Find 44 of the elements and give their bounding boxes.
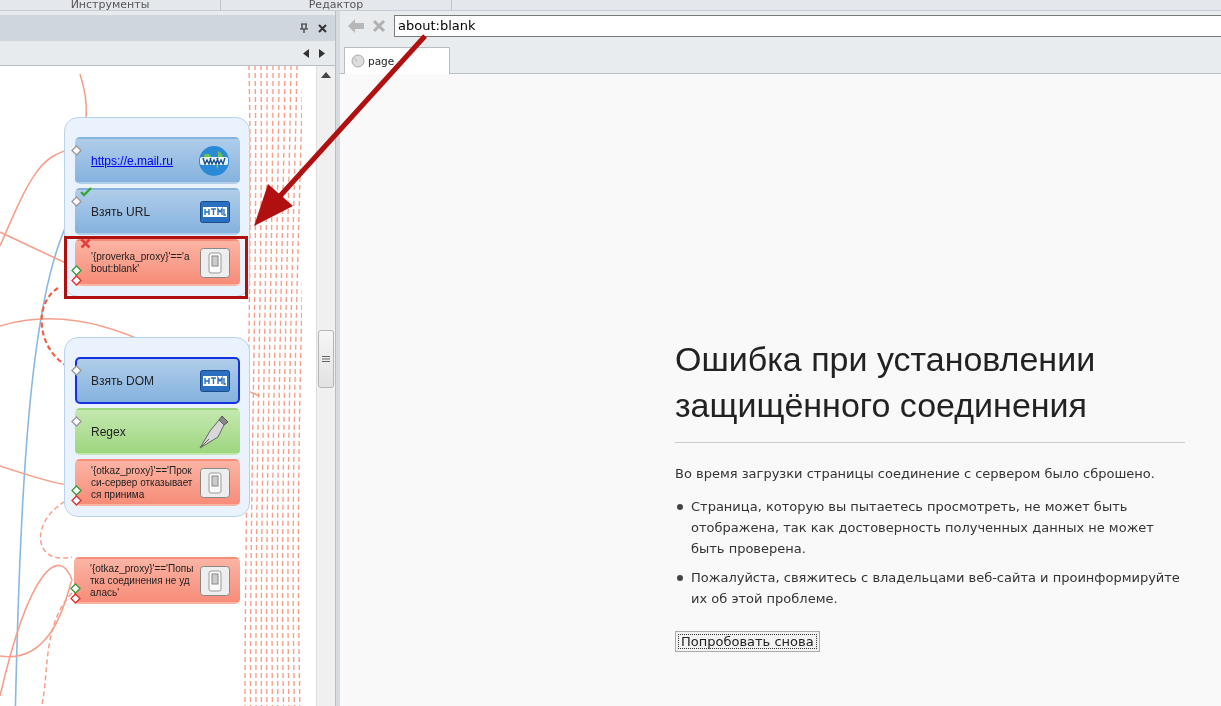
- port-icon[interactable]: [71, 196, 82, 207]
- globe-icon: [351, 54, 365, 68]
- port-icon[interactable]: [70, 593, 81, 604]
- browser-tab[interactable]: page: [344, 47, 450, 74]
- scroll-thumb[interactable]: [318, 330, 334, 388]
- port-icon[interactable]: [71, 145, 82, 156]
- scroll-right-icon[interactable]: [319, 48, 325, 58]
- address-field[interactable]: about:blank: [394, 15, 1221, 37]
- scrollbar[interactable]: [316, 66, 335, 706]
- globe-icon: [198, 144, 230, 177]
- pin-icon[interactable]: [300, 23, 308, 33]
- node-link[interactable]: https://e.mail.ru: [91, 153, 192, 168]
- port-icon[interactable]: [71, 485, 82, 496]
- bullet-dot: [677, 575, 683, 581]
- port-icon[interactable]: [71, 495, 82, 506]
- error-bullet: Страница, которую вы пытаетесь просмотреть, не может быть отображена, так как достоверность полученных данных не может быть проверена.: [691, 499, 1154, 556]
- html-icon: [200, 369, 230, 392]
- port-icon[interactable]: [70, 583, 81, 594]
- panel-tab[interactable]: Редактор: [308, 0, 364, 10]
- port-icon[interactable]: [71, 416, 82, 427]
- switch-icon: [200, 565, 230, 596]
- close-icon[interactable]: [318, 23, 327, 33]
- error-bullet: Пожалуйста, свяжитесь с владельцами веб-сайта и проинформируйте их об этой проблеме.: [691, 570, 1180, 606]
- bullet-dot: [677, 504, 683, 510]
- switch-icon: [200, 467, 230, 498]
- stop-icon[interactable]: [372, 19, 386, 33]
- panel-tab[interactable]: Инструменты: [70, 0, 150, 10]
- port-icon[interactable]: [71, 275, 82, 286]
- port-icon[interactable]: [71, 265, 82, 276]
- node-label: '{otkaz_proxy}'=='Прокси-сервер отказывается принима: [91, 464, 194, 501]
- node-label: Regex: [91, 424, 127, 439]
- scroll-left-icon[interactable]: [303, 48, 309, 58]
- node-label: '{otkaz_proxy}'=='Попытка соединения не удалась': [90, 562, 194, 599]
- retry-button[interactable]: Попробовать снова: [675, 631, 820, 652]
- html-icon: [200, 200, 230, 223]
- node-label: '{proverka_proxy}'=='about:blank': [91, 250, 191, 275]
- node-label: Взять URL: [91, 204, 152, 219]
- port-icon[interactable]: [71, 365, 82, 376]
- scroll-up-icon[interactable]: [321, 72, 331, 78]
- error-description: Во время загрузки страницы соединение с сервером было сброшено.: [675, 465, 1156, 483]
- node-label: Взять DOM: [91, 373, 156, 388]
- error-title: Ошибка при установлении защищённого соединения: [675, 336, 1185, 443]
- grip-icon: [322, 356, 330, 362]
- switch-icon: [200, 247, 230, 278]
